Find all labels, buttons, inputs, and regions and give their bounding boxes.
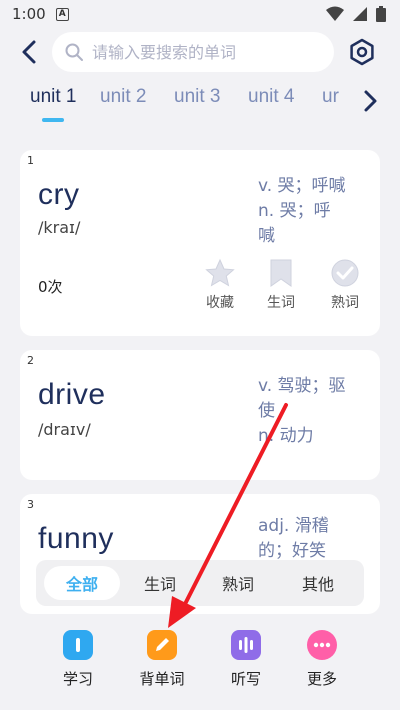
known-word-button[interactable]: 熟词 (320, 258, 370, 312)
bottom-navigation: 学习 背单词 听写 更多 (0, 620, 400, 710)
star-icon (205, 258, 235, 287)
new-word-button[interactable]: 生词 (256, 258, 306, 312)
definition-line: 喊 (258, 226, 275, 246)
card-number: 1 (27, 154, 34, 167)
tabs-next-button[interactable] (360, 88, 380, 114)
status-icons (326, 6, 386, 22)
settings-button[interactable] (348, 38, 376, 66)
filter-all[interactable]: 全部 (44, 566, 120, 600)
nav-memorize-words[interactable]: 背单词 (132, 630, 192, 689)
favorite-button[interactable]: 收藏 (195, 258, 245, 312)
definition-line: v. 哭；呼喊 (258, 176, 346, 196)
chevron-right-icon (364, 90, 377, 112)
definition: v. 哭；呼喊 n. 哭；呼 喊 (258, 174, 370, 249)
back-arrow-icon (22, 40, 36, 64)
bookmark-icon (270, 259, 292, 287)
nav-more-label: 更多 (306, 670, 337, 688)
settings-hexagon-icon (350, 38, 374, 66)
favorite-label: 收藏 (206, 295, 234, 311)
card-number: 2 (27, 354, 34, 367)
header (0, 30, 400, 74)
filter-other[interactable]: 其他 (280, 566, 356, 600)
nav-dictation[interactable]: 听写 (216, 630, 276, 689)
word-text: funny (38, 522, 114, 555)
notification-icon: A (55, 7, 69, 21)
unit-tabs: unit 1 unit 2 unit 3 unit 4 ur (0, 84, 400, 124)
definition-line: 使 (258, 401, 275, 421)
word-text: cry (38, 178, 80, 211)
review-count: 0次 (38, 278, 63, 296)
card-number: 3 (27, 498, 34, 511)
study-icon (63, 630, 93, 660)
definition: v. 驾驶；驱 使 n. 动力 (258, 374, 370, 449)
search-icon (65, 43, 83, 61)
tab-unit-2[interactable]: unit 2 (100, 86, 146, 108)
nav-study-label: 学习 (62, 670, 93, 688)
tab-unit-1[interactable]: unit 1 (30, 86, 76, 108)
phonetic-text: /draɪv/ (38, 420, 91, 439)
nav-more[interactable]: 更多 (292, 630, 352, 689)
more-icon (307, 630, 337, 660)
tab-unit-5[interactable]: ur (322, 86, 340, 108)
dictation-icon (231, 630, 261, 660)
search-bar[interactable] (52, 32, 334, 72)
filter-known-words[interactable]: 熟词 (200, 566, 276, 600)
word-card-drive[interactable]: 2 drive /draɪv/ v. 驾驶；驱 使 n. 动力 (20, 350, 380, 480)
wifi-icon (326, 6, 344, 21)
tab-unit-3[interactable]: unit 3 (174, 86, 220, 108)
status-bar: 1:00 A (0, 0, 400, 28)
definition-line: v. 驾驶；驱 (258, 376, 346, 396)
nav-memorize-label: 背单词 (139, 670, 185, 688)
nav-dictation-label: 听写 (230, 670, 261, 688)
active-tab-indicator (42, 118, 64, 122)
word-card-cry[interactable]: 1 cry /kraɪ/ v. 哭；呼喊 n. 哭；呼 喊 0次 收藏 生词 熟… (20, 150, 380, 336)
definition-line: adj. 滑稽 (258, 516, 329, 536)
tab-unit-4[interactable]: unit 4 (248, 86, 294, 108)
check-circle-icon (331, 259, 359, 287)
nav-study[interactable]: 学习 (48, 630, 108, 689)
search-input[interactable] (92, 42, 312, 62)
word-filter-bar: 全部 生词 熟词 其他 (36, 560, 364, 606)
definition: adj. 滑稽 的；好笑 (258, 514, 370, 564)
definition-line: n. 动力 (258, 426, 314, 446)
phonetic-text: /kraɪ/ (38, 218, 81, 237)
signal-icon (353, 7, 367, 21)
definition-line: n. 哭；呼 (258, 201, 331, 221)
new-word-label: 生词 (267, 295, 295, 311)
battery-icon (376, 6, 386, 22)
filter-new-words[interactable]: 生词 (122, 566, 198, 600)
back-button[interactable] (16, 38, 44, 66)
pencil-icon (147, 630, 177, 660)
status-time: 1:00 (12, 5, 46, 23)
word-text: drive (38, 378, 106, 411)
known-word-label: 熟词 (331, 295, 359, 311)
